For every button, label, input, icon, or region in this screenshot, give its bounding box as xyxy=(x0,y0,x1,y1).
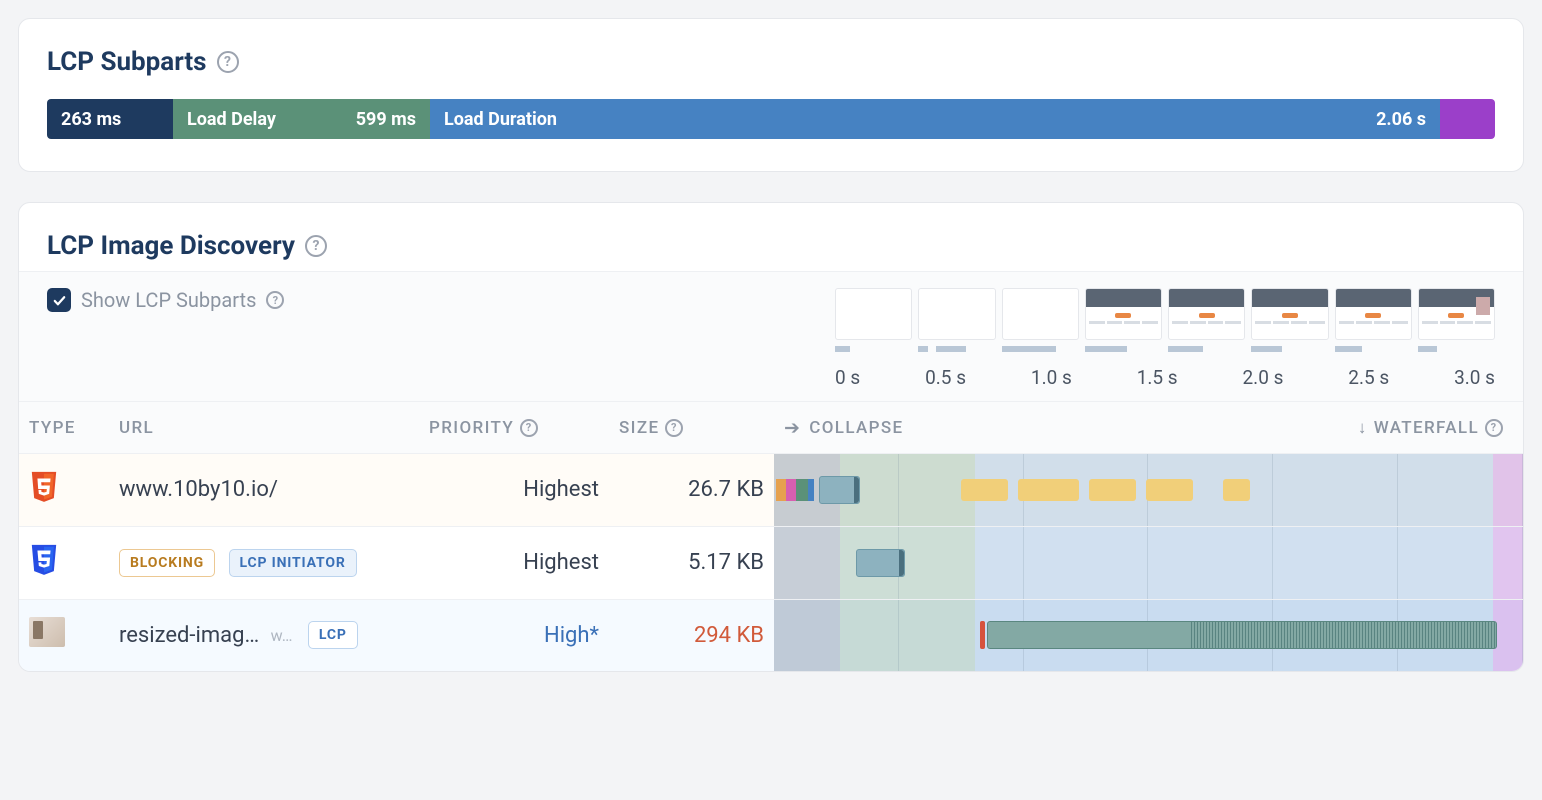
tick-label: 1.5 s xyxy=(1137,366,1178,389)
filmstrip[interactable] xyxy=(835,288,1495,340)
cell-size: 294 KB xyxy=(609,599,774,671)
tick-label: 0.5 s xyxy=(925,366,966,389)
filmstrip-activity-bars xyxy=(835,346,1495,352)
filmstrip-frame[interactable] xyxy=(1168,288,1245,340)
show-subparts-toggle[interactable]: Show LCP Subparts ? xyxy=(47,288,284,312)
col-waterfall[interactable]: ➔ COLLAPSE ↓ WATERFALL? xyxy=(774,402,1523,454)
col-waterfall-label: WATERFALL xyxy=(1374,418,1479,438)
cell-type xyxy=(19,526,109,599)
col-type[interactable]: TYPE xyxy=(19,402,109,454)
cell-url: BLOCKING LCP INITIATOR xyxy=(109,526,419,599)
tick-label: 2.5 s xyxy=(1348,366,1389,389)
cell-size: 5.17 KB xyxy=(609,526,774,599)
subpart-ttfb-segment[interactable]: 263 ms xyxy=(47,99,173,139)
waterfall-bar[interactable] xyxy=(819,476,860,504)
cell-size: 26.7 KB xyxy=(609,454,774,527)
waterfall-tasks xyxy=(961,479,1298,501)
cell-waterfall[interactable] xyxy=(774,599,1523,671)
filmstrip-timeline: 0 s 0.5 s 1.0 s 1.5 s 2.0 s 2.5 s 3.0 s xyxy=(835,288,1495,401)
filmstrip-frame[interactable] xyxy=(1085,288,1162,340)
timeline-ticks: 0 s 0.5 s 1.0 s 1.5 s 2.0 s 2.5 s 3.0 s xyxy=(835,366,1495,401)
cell-waterfall[interactable] xyxy=(774,526,1523,599)
tick-label: 1.0 s xyxy=(1031,366,1072,389)
waterfall-start-marker xyxy=(980,621,985,649)
badge-lcp-initiator[interactable]: LCP INITIATOR xyxy=(229,549,357,577)
cell-url: resized-imag… w… LCP xyxy=(109,599,419,671)
col-size-label: SIZE xyxy=(619,418,659,438)
subpart-load-duration-segment[interactable]: Load Duration 2.06 s xyxy=(430,99,1440,139)
help-icon[interactable]: ? xyxy=(1485,419,1503,437)
filmstrip-frame[interactable] xyxy=(1251,288,1328,340)
css3-icon xyxy=(29,543,59,577)
help-icon[interactable]: ? xyxy=(217,51,239,73)
lcp-subparts-bar: 263 ms Load Delay 599 ms Load Duration 2… xyxy=(47,99,1495,139)
arrow-down-icon: ↓ xyxy=(1358,418,1368,438)
col-priority[interactable]: PRIORITY? xyxy=(419,402,609,454)
cell-url: www.10by10.io/ xyxy=(109,454,419,527)
cell-priority[interactable]: High* xyxy=(419,599,609,671)
cell-type xyxy=(19,599,109,671)
table-header-row: TYPE URL PRIORITY? SIZE? ➔ COLLAPSE ↓ WATE… xyxy=(19,402,1523,454)
waterfall-bar[interactable] xyxy=(987,621,1496,649)
filmstrip-frame[interactable] xyxy=(835,288,912,340)
cell-waterfall[interactable] xyxy=(774,454,1523,527)
col-size[interactable]: SIZE? xyxy=(609,402,774,454)
subpart-delay-value: 599 ms xyxy=(356,109,416,130)
discovery-controls-row: Show LCP Subparts ? xyxy=(19,271,1523,401)
checkbox-checked-icon xyxy=(47,288,71,312)
help-icon[interactable]: ? xyxy=(665,419,683,437)
url-host: w… xyxy=(271,626,293,645)
table-row[interactable]: www.10by10.io/ Highest 26.7 KB xyxy=(19,454,1523,527)
lcp-image-discovery-card: LCP Image Discovery ? Show LCP Subparts … xyxy=(18,202,1524,672)
tick-label: 3.0 s xyxy=(1454,366,1495,389)
url-text: www.10by10.io/ xyxy=(119,477,278,502)
image-thumbnail-icon xyxy=(29,617,65,647)
request-table: TYPE URL PRIORITY? SIZE? ➔ COLLAPSE ↓ WATE… xyxy=(19,401,1523,671)
collapse-label-text: COLLAPSE xyxy=(809,418,903,438)
show-subparts-label: Show LCP Subparts xyxy=(81,288,256,312)
waterfall-pre-markers xyxy=(776,479,814,501)
table-row[interactable]: BLOCKING LCP INITIATOR Highest 5.17 KB xyxy=(19,526,1523,599)
filmstrip-frame[interactable] xyxy=(918,288,995,340)
lcp-discovery-title: LCP Image Discovery xyxy=(47,231,295,261)
help-icon[interactable]: ? xyxy=(305,235,327,257)
filmstrip-frame[interactable] xyxy=(1418,288,1495,340)
subpart-duration-label: Load Duration xyxy=(444,109,557,130)
lcp-discovery-title-row: LCP Image Discovery ? xyxy=(47,231,1495,261)
help-icon[interactable]: ? xyxy=(266,291,284,309)
col-url[interactable]: URL xyxy=(109,402,419,454)
subpart-duration-value: 2.06 s xyxy=(1376,109,1426,130)
arrow-right-icon: ➔ xyxy=(784,416,801,439)
url-text: resized-imag… xyxy=(119,623,259,648)
badge-lcp[interactable]: LCP xyxy=(308,621,358,649)
table-row[interactable]: resized-imag… w… LCP High* 294 KB xyxy=(19,599,1523,671)
badge-blocking[interactable]: BLOCKING xyxy=(119,549,215,577)
tick-label: 0 s xyxy=(835,366,860,389)
tick-label: 2.0 s xyxy=(1243,366,1284,389)
help-icon[interactable]: ? xyxy=(520,419,538,437)
cell-priority: Highest xyxy=(419,454,609,527)
lcp-subparts-title: LCP Subparts xyxy=(47,47,207,77)
lcp-subparts-card: LCP Subparts ? 263 ms Load Delay 599 ms … xyxy=(18,18,1524,172)
collapse-toggle[interactable]: ➔ COLLAPSE xyxy=(784,416,904,439)
html5-icon xyxy=(29,470,59,504)
subpart-render-delay-segment[interactable] xyxy=(1440,99,1495,139)
cell-priority: Highest xyxy=(419,526,609,599)
col-priority-label: PRIORITY xyxy=(429,418,514,438)
waterfall-bar[interactable] xyxy=(856,549,905,577)
subpart-delay-label: Load Delay xyxy=(187,109,276,130)
subpart-ttfb-value: 263 ms xyxy=(61,109,121,130)
lcp-subparts-title-row: LCP Subparts ? xyxy=(47,47,1495,77)
filmstrip-frame[interactable] xyxy=(1335,288,1412,340)
filmstrip-frame[interactable] xyxy=(1002,288,1079,340)
subpart-load-delay-segment[interactable]: Load Delay 599 ms xyxy=(173,99,430,139)
cell-type xyxy=(19,454,109,527)
